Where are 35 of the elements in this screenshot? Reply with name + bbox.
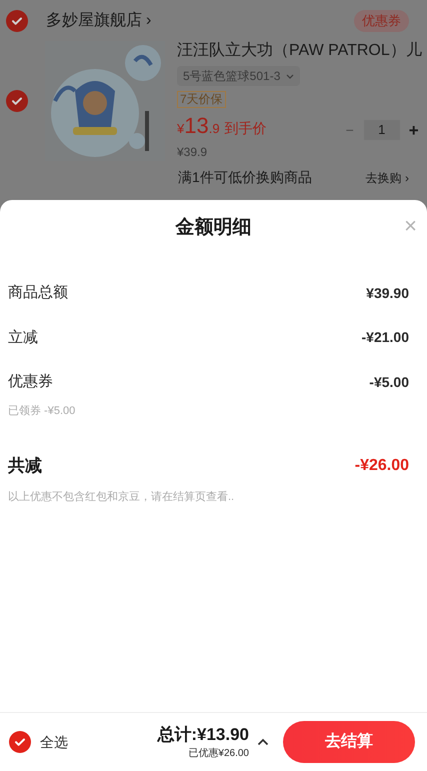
amount-value: -¥5.00 — [369, 372, 409, 392]
price-guarantee-badge: 7天价保 — [177, 91, 226, 108]
amount-label: 商品总额 — [8, 283, 68, 303]
store-name[interactable]: 多妙屋旗舰店 — [46, 9, 142, 33]
amount-label: 共减 — [8, 455, 42, 477]
amount-label: 立减 — [8, 328, 38, 348]
chevron-up-icon[interactable] — [257, 738, 269, 746]
checkbox[interactable] — [6, 90, 28, 112]
quantity-field[interactable]: 1 — [364, 120, 400, 140]
variant-selector[interactable]: 5号蓝色篮球501-3 — [177, 66, 300, 86]
check-icon — [11, 95, 23, 107]
select-all-label[interactable]: 全选 — [40, 732, 68, 752]
check-icon — [14, 736, 26, 748]
price: ¥13.9 到手价 — [177, 114, 268, 140]
promo-text: 满1件可低价换购商品 — [178, 168, 312, 187]
amount-value: ¥39.90 — [366, 284, 409, 303]
coupon-note: 已领券 -¥5.00 — [8, 404, 76, 418]
decrease-button[interactable]: − — [342, 120, 358, 141]
exchange-link[interactable]: 去换购 › — [366, 168, 409, 186]
checkbox[interactable] — [6, 10, 28, 32]
sheet-title: 金额明细 — [176, 216, 252, 240]
dropdown-caret-icon — [286, 74, 294, 78]
chevron-icon[interactable]: › — [146, 9, 152, 33]
saved-amount: 已优惠¥26.00 — [188, 746, 249, 760]
check-icon — [11, 15, 23, 27]
original-price: ¥39.9 — [177, 144, 208, 161]
increase-button[interactable]: + — [406, 118, 422, 143]
checkout-button[interactable]: 去结算 — [283, 721, 415, 763]
checkbox[interactable] — [9, 731, 31, 753]
amount-value: -¥21.00 — [362, 328, 409, 348]
product-title[interactable]: 汪汪队立大功（PAW PATROL）儿 — [177, 41, 422, 61]
total-price: 总计:¥13.90 — [157, 724, 249, 746]
amount-value: -¥26.00 — [354, 456, 409, 476]
discount-footnote: 以上优惠不包含红包和京豆，请在结算页查看.. — [8, 490, 236, 504]
amount-label: 优惠券 — [8, 372, 53, 392]
